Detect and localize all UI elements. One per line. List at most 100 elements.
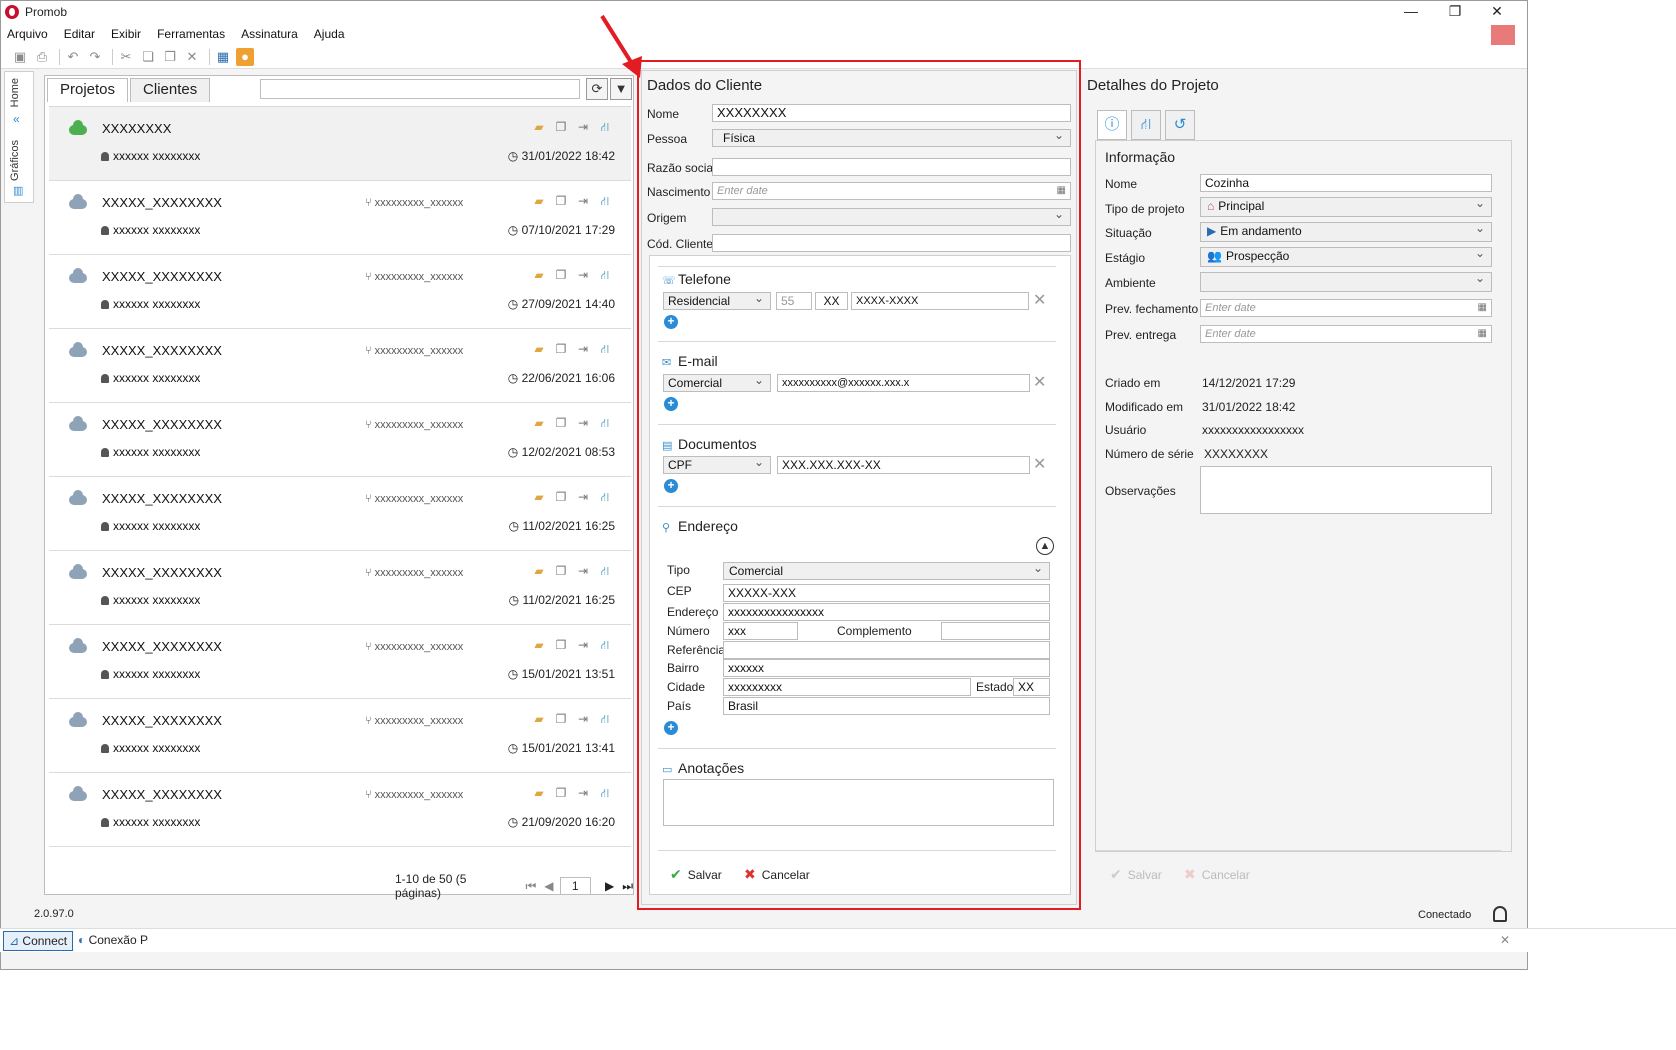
razao-social-field[interactable] [712,158,1071,176]
export-icon[interactable]: ⇥ [575,563,591,579]
export-icon[interactable]: ⇥ [575,193,591,209]
project-row[interactable]: XXXXX_XXXXXXXX xxxxxx xxxxxxxx ⑂ xxxxxxxxx… [49,255,631,329]
tab-projetos[interactable]: Projetos [47,78,129,102]
add-version-icon[interactable]: ⛙ [597,415,613,431]
prev-fechamento-date-field[interactable]: Enter date [1200,299,1492,317]
export-icon[interactable]: ⇥ [575,341,591,357]
client-save-button[interactable]: ✔ Salvar [670,866,722,883]
remove-email-icon[interactable]: ✕ [1033,372,1046,392]
add-version-icon[interactable]: ⛙ [597,119,613,135]
collapse-address-icon[interactable]: ▲ [1036,537,1054,555]
side-tab-graficos[interactable]: Gráficos [9,140,21,181]
add-version-icon[interactable]: ⛙ [597,193,613,209]
add-version-icon[interactable]: ⛙ [597,637,613,653]
duplicate-icon[interactable]: ❐ [553,785,569,801]
page-number-input[interactable]: 1 [559,877,591,895]
add-document-icon[interactable]: + [664,479,678,493]
tab-history-icon[interactable]: ↺ [1165,110,1195,140]
open-folder-icon[interactable]: ▰ [531,489,547,505]
save-icon[interactable]: ▣ [11,48,29,66]
pessoa-select[interactable]: Física [712,127,1071,147]
situacao-select[interactable]: ▶ Em andamento [1200,220,1492,242]
tab-info-icon[interactable]: ⓘ [1097,110,1127,140]
open-folder-icon[interactable]: ▰ [531,563,547,579]
cod-cliente-field[interactable] [712,234,1071,252]
document-number-field[interactable]: XXX.XXX.XXX-XX [777,456,1030,474]
complemento-field[interactable] [941,622,1050,640]
duplicate-icon[interactable]: ❐ [553,563,569,579]
user-icon[interactable]: ● [236,47,254,66]
search-input[interactable] [260,79,580,99]
open-folder-icon[interactable]: ▰ [531,341,547,357]
cidade-field[interactable]: xxxxxxxxx [723,678,971,696]
project-row[interactable]: XXXXXXXX xxxxxx xxxxxxxx ◷ 31/01/2022 18:4… [49,107,631,181]
menu-assinatura[interactable]: Assinatura [241,27,298,41]
phone-ddd-field[interactable]: XX [815,292,848,310]
side-tab-home[interactable]: Home [9,78,21,107]
add-version-icon[interactable]: ⛙ [597,785,613,801]
print-icon[interactable]: ⎙ [33,48,51,66]
prev-page-icon[interactable]: ◀ [544,879,553,893]
add-version-icon[interactable]: ⛙ [597,267,613,283]
duplicate-icon[interactable]: ❐ [553,711,569,727]
add-address-icon[interactable]: + [664,721,678,735]
estado-field[interactable]: XX [1013,678,1050,696]
export-icon[interactable]: ⇥ [575,785,591,801]
undo-icon[interactable]: ↶ [64,48,82,66]
open-folder-icon[interactable]: ▰ [531,711,547,727]
email-type-select[interactable]: Comercial [663,372,771,392]
export-icon[interactable]: ⇥ [575,415,591,431]
open-folder-icon[interactable]: ▰ [531,785,547,801]
conexao-button[interactable]: ◐ Conexão P [78,933,148,947]
menu-editar[interactable]: Editar [64,27,95,41]
duplicate-icon[interactable]: ❐ [553,415,569,431]
duplicate-icon[interactable]: ❐ [553,267,569,283]
open-folder-icon[interactable]: ▰ [531,637,547,653]
copy-icon[interactable]: ❏ [139,48,157,66]
next-page-icon[interactable]: ▶ [605,879,614,893]
first-page-icon[interactable]: ⏮ [525,879,536,894]
redo-icon[interactable]: ↷ [86,48,104,66]
project-cancel-button[interactable]: ✖ Cancelar [1184,866,1250,883]
project-save-button[interactable]: ✔ Salvar [1110,866,1162,883]
add-version-icon[interactable]: ⛙ [597,711,613,727]
menu-ajuda[interactable]: Ajuda [314,27,345,41]
taskbar-close-icon[interactable]: ✕ [1500,933,1510,947]
last-page-icon[interactable]: ⏭ [622,879,633,894]
ambiente-select[interactable] [1200,270,1492,292]
bairro-field[interactable]: xxxxxx [723,659,1050,677]
duplicate-icon[interactable]: ❐ [553,341,569,357]
project-row[interactable]: XXXXX_XXXXXXXX xxxxxx xxxxxxxx ⑂ xxxxxxxxx… [49,329,631,403]
maximize-button[interactable]: ❐ [1433,1,1477,23]
client-name-field[interactable]: XXXXXXXX [712,104,1071,122]
project-name-field[interactable]: Cozinha [1200,174,1492,192]
menu-arquivo[interactable]: Arquivo [7,27,48,41]
notification-square[interactable] [1491,25,1515,47]
cep-field[interactable]: XXXXX-XXX [723,584,1050,602]
pais-field[interactable]: Brasil [723,697,1050,715]
phone-number-field[interactable]: XXXX-XXXX [851,292,1029,310]
duplicate-icon[interactable]: ❐ [553,193,569,209]
open-folder-icon[interactable]: ▰ [531,415,547,431]
project-row[interactable]: XXXXX_XXXXXXXX xxxxxx xxxxxxxx ⑂ xxxxxxxxx… [49,773,631,847]
export-icon[interactable]: ⇥ [575,489,591,505]
duplicate-icon[interactable]: ❐ [553,119,569,135]
open-folder-icon[interactable]: ▰ [531,193,547,209]
close-window-button[interactable]: ✕ [1475,1,1519,23]
project-row[interactable]: XXXXX_XXXXXXXX xxxxxx xxxxxxxx ⑂ xxxxxxxxx… [49,551,631,625]
delete-icon[interactable]: ✕ [183,48,201,66]
remove-document-icon[interactable]: ✕ [1033,454,1046,474]
add-version-icon[interactable]: ⛙ [597,563,613,579]
export-icon[interactable]: ⇥ [575,119,591,135]
add-phone-icon[interactable]: + [664,315,678,329]
anotacoes-textarea[interactable] [663,779,1054,826]
tab-versions-icon[interactable]: ⛙ [1131,110,1161,140]
cut-icon[interactable]: ✂ [117,48,135,66]
connect-button[interactable]: ⊿ Connect [3,931,74,951]
add-version-icon[interactable]: ⛙ [597,489,613,505]
duplicate-icon[interactable]: ❐ [553,489,569,505]
export-icon[interactable]: ⇥ [575,711,591,727]
project-row[interactable]: XXXXX_XXXXXXXX xxxxxx xxxxxxxx ⑂ xxxxxxxxx… [49,403,631,477]
open-folder-icon[interactable]: ▰ [531,119,547,135]
address-type-select[interactable]: Comercial [723,560,1050,580]
